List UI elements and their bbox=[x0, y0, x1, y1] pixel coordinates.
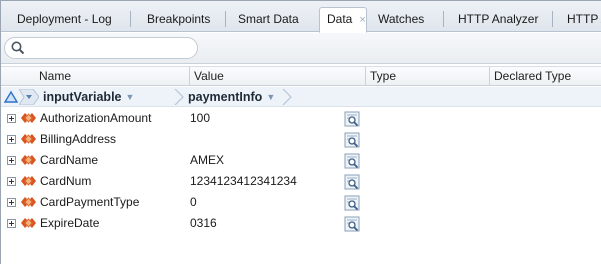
tab-http-analyzer[interactable]: HTTP Analyzer bbox=[450, 9, 553, 31]
tab-breakpoints[interactable]: Breakpoints bbox=[139, 9, 226, 31]
breadcrumb: inputVariable ▼ paymentInfo ▼ bbox=[1, 87, 601, 107]
search-input[interactable] bbox=[4, 37, 198, 59]
breadcrumb-label: paymentInfo bbox=[188, 90, 263, 104]
chevron-down-icon[interactable]: ▼ bbox=[126, 89, 135, 105]
inspect-icon[interactable] bbox=[344, 111, 360, 127]
chevron-down-icon[interactable]: ▼ bbox=[266, 89, 275, 105]
table-row[interactable]: BillingAddress bbox=[1, 129, 601, 150]
breadcrumb-label: inputVariable bbox=[43, 90, 122, 104]
variable-name: CardName bbox=[40, 153, 99, 167]
tab-separator bbox=[225, 11, 226, 27]
variable-icon bbox=[21, 176, 36, 186]
tab-label: Watches bbox=[378, 12, 425, 26]
table-header: Name Value Type Declared Type bbox=[1, 66, 601, 86]
tab-data[interactable]: Data × bbox=[319, 7, 367, 33]
variable-value: 0 bbox=[190, 195, 197, 209]
variable-value: AMEX bbox=[190, 153, 225, 167]
data-panel: Deployment - Log Breakpoints Smart Data … bbox=[0, 0, 601, 264]
search-icon bbox=[11, 41, 25, 55]
table-row[interactable]: CardNum 1234123412341234 bbox=[1, 171, 601, 192]
close-icon[interactable]: × bbox=[359, 9, 365, 31]
expand-icon[interactable] bbox=[7, 156, 16, 165]
tab-separator bbox=[552, 11, 553, 27]
table-row[interactable]: ExpireDate 0316 bbox=[1, 213, 601, 234]
inspect-icon[interactable] bbox=[344, 216, 360, 232]
column-header-declared-type[interactable]: Declared Type bbox=[490, 67, 601, 86]
variable-name: ExpireDate bbox=[40, 216, 100, 230]
tab-label: HTTP Analyzer bbox=[458, 12, 539, 26]
breadcrumb-separator-icon bbox=[282, 89, 292, 105]
tab-smart-data[interactable]: Smart Data bbox=[230, 9, 314, 31]
variable-value: 100 bbox=[190, 111, 211, 125]
variable-icon bbox=[21, 113, 36, 123]
variable-name: CardNum bbox=[40, 174, 92, 188]
inspect-icon[interactable] bbox=[344, 132, 360, 148]
variable-name: AuthorizationAmount bbox=[40, 111, 152, 125]
tab-label: Smart Data bbox=[238, 12, 299, 26]
column-header-type[interactable]: Type bbox=[366, 67, 490, 86]
expand-icon[interactable] bbox=[7, 198, 16, 207]
variable-value: 1234123412341234 bbox=[190, 174, 297, 188]
search-bar bbox=[1, 33, 601, 64]
variable-icon bbox=[21, 197, 36, 207]
variable-icon bbox=[21, 155, 36, 165]
variable-name: CardPaymentType bbox=[40, 195, 140, 209]
inspect-icon[interactable] bbox=[344, 153, 360, 169]
breadcrumb-item-inputvariable[interactable]: inputVariable ▼ bbox=[43, 89, 134, 105]
variable-name: BillingAddress bbox=[40, 132, 117, 146]
variable-value: 0316 bbox=[190, 216, 217, 230]
tab-http-a[interactable]: HTTP A bbox=[559, 9, 601, 31]
tab-label: HTTP A bbox=[567, 12, 601, 26]
variable-icon bbox=[21, 218, 36, 228]
inspect-icon[interactable] bbox=[344, 174, 360, 190]
tab-separator bbox=[443, 11, 444, 27]
tab-label: Breakpoints bbox=[147, 12, 211, 26]
tab-label: Deployment - Log bbox=[17, 12, 112, 26]
tab-strip: Deployment - Log Breakpoints Smart Data … bbox=[1, 1, 601, 33]
expand-icon[interactable] bbox=[7, 114, 16, 123]
chevron-down-icon[interactable] bbox=[19, 89, 39, 105]
up-triangle-icon[interactable] bbox=[4, 90, 18, 104]
breadcrumb-separator-icon bbox=[174, 89, 184, 105]
column-header-value[interactable]: Value bbox=[190, 67, 366, 86]
column-header-name[interactable]: Name bbox=[1, 67, 190, 86]
tab-separator bbox=[130, 11, 131, 27]
table-row[interactable]: AuthorizationAmount 100 bbox=[1, 108, 601, 129]
expand-icon[interactable] bbox=[7, 219, 16, 228]
inspect-icon[interactable] bbox=[344, 195, 360, 211]
breadcrumb-item-paymentinfo[interactable]: paymentInfo ▼ bbox=[188, 89, 275, 105]
table-row[interactable]: CardPaymentType 0 bbox=[1, 192, 601, 213]
expand-icon[interactable] bbox=[7, 177, 16, 186]
variable-icon bbox=[21, 134, 36, 144]
tab-label: Data bbox=[327, 12, 353, 26]
tab-deployment-log[interactable]: Deployment - Log bbox=[9, 9, 131, 31]
table-row[interactable]: CardName AMEX bbox=[1, 150, 601, 171]
tab-watches[interactable]: Watches bbox=[370, 9, 444, 31]
expand-icon[interactable] bbox=[7, 135, 16, 144]
